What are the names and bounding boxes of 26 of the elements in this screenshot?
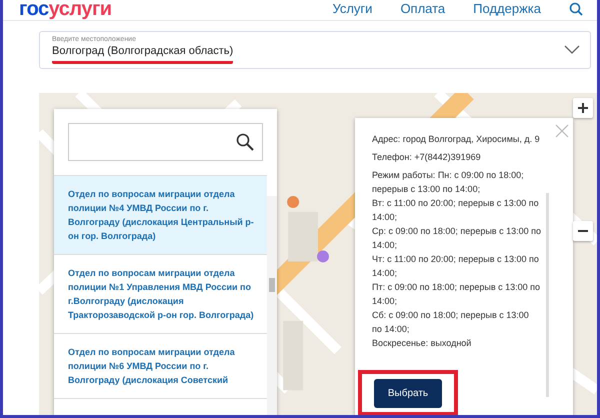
select-button[interactable]: Выбрать	[374, 378, 442, 408]
nav-link[interactable]: Услуги	[332, 1, 372, 16]
zoom-in-button[interactable]	[573, 98, 593, 118]
nav-link[interactable]: Оплата	[400, 1, 446, 16]
zoom-out-button[interactable]	[573, 221, 593, 241]
search-field[interactable]	[68, 123, 263, 161]
chevron-icon	[564, 45, 580, 55]
location-value: Волгоград (Волгоградская область)	[52, 45, 234, 64]
schedule-text: Режим работы: Пн: с 09:00 по 18:00; перерыв с 13:00 по 14:00;	[372, 169, 525, 196]
schedule-text: Вт: с 11:00 по 20:00; перерыв с 13:00 по 14:00;	[372, 197, 540, 224]
schedule-text: Воскресенье: выходной	[372, 337, 472, 350]
address-text: Адрес: город Волгоград, Хиросимы, д. 9	[372, 133, 541, 146]
scrollbar[interactable]	[267, 196, 277, 415]
plus-icon	[578, 103, 588, 113]
office-list-item[interactable]: Отдел по вопросам миграции отдела полиции №6 УМВД России по г. Волгограду (дислокация Советский	[54, 334, 267, 399]
search-icon[interactable]	[569, 2, 583, 16]
search-icon	[236, 133, 254, 151]
logo[interactable]: госуслуги	[19, 0, 112, 20]
schedule-text: Ср: с 09:00 по 18:00; перерыв с 13:00 по 14:00;	[372, 225, 541, 252]
nav-link[interactable]: Поддержка	[473, 1, 541, 16]
schedule-text: Чт: с 11:00 по 20:00; перерыв с 13:00 по 14:00;	[372, 253, 540, 280]
schedule-text: Пт: с 09:00 по 18:00; перерыв с 13:00 по 14:00;	[372, 281, 541, 308]
office-list-item[interactable]: Отдел по вопросам миграции отдела полиции №1 Управления МВД России по г.Волгограду (дислокация Тракторозаводской р-он гор. Волгограда)	[54, 255, 267, 334]
schedule-text: Сб: с 09:00 по 18:00; перерыв с 13:00 по 14:00;	[372, 309, 530, 336]
phone-text: Телефон: +7(8442)391969	[372, 151, 482, 164]
office-list-item[interactable]: Отдел по вопросам миграции отдела полиции №4 УМВД России по г. Волгограду (дислокация Центральный р-он гор. Волгограда)	[54, 176, 267, 255]
